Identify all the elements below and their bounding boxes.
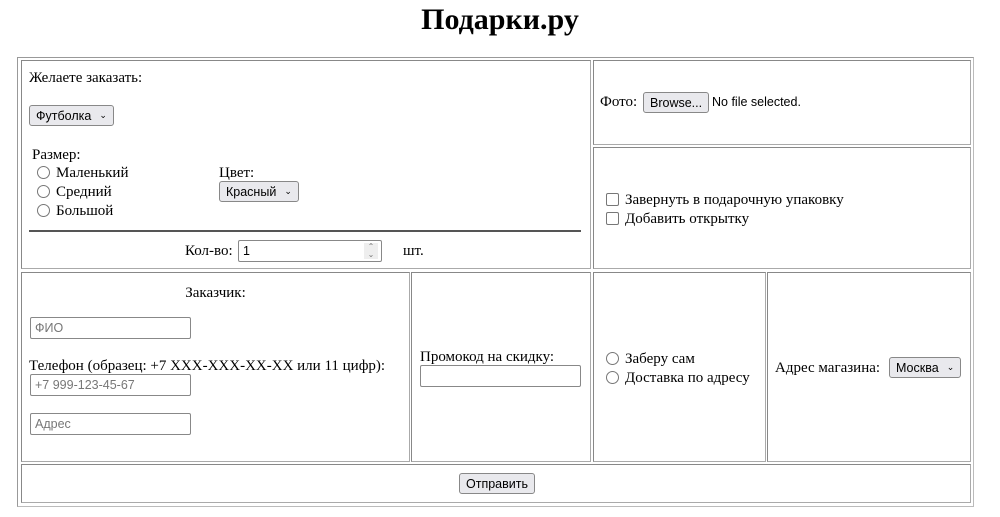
promo-cell: Промокод на скидку:	[411, 272, 591, 462]
extras-cell: Завернуть в подарочную упаковку Добавить…	[593, 147, 971, 269]
browse-button[interactable]: Browse...	[643, 92, 710, 113]
promo-label: Промокод на скидку:	[420, 349, 555, 365]
order-question: Желаете заказать:	[29, 70, 143, 86]
size-option-medium[interactable]: Средний	[37, 184, 112, 201]
customer-cell: Заказчик: ФИО Телефон (образец: +7 XXX-X…	[21, 272, 410, 462]
pickup-label: Заберу сам	[625, 351, 695, 367]
store-cell: Адрес магазина: Москва ⌄	[767, 272, 971, 462]
card-label: Добавить открытку	[625, 211, 750, 227]
quantity-label: Кол-во:	[185, 243, 233, 259]
radio-icon[interactable]	[606, 371, 619, 384]
phone-label: Телефон (образец: +7 XXX-XXX-XX-XX или 1…	[29, 358, 386, 374]
delivery-label: Доставка по адресу	[625, 370, 750, 386]
chevron-down-icon: ⌄	[99, 110, 107, 120]
chevron-down-icon: ⌄	[946, 362, 955, 372]
delivery-radio[interactable]: Доставка по адресу	[606, 370, 750, 387]
store-select[interactable]: Москва ⌄	[889, 357, 962, 378]
size-medium-label: Средний	[56, 184, 112, 200]
spinner-arrows-icon[interactable]: ⌃ ⌄	[364, 243, 378, 259]
name-input[interactable]: ФИО	[30, 317, 191, 339]
phone-input[interactable]: +7 999-123-45-67	[30, 374, 191, 396]
quantity-unit: шт.	[403, 243, 424, 259]
photo-label: Фото:	[600, 94, 638, 110]
radio-icon[interactable]	[37, 204, 50, 217]
product-select-value: Футболка	[36, 108, 92, 123]
address-input[interactable]: Адрес	[30, 413, 191, 435]
size-label: Размер:	[32, 147, 81, 163]
color-label: Цвет:	[219, 165, 255, 181]
checkbox-icon[interactable]	[606, 193, 619, 206]
checkbox-icon[interactable]	[606, 212, 619, 225]
color-select[interactable]: Красный ⌄	[219, 181, 299, 202]
customer-heading: Заказчик:	[185, 285, 246, 301]
size-option-large[interactable]: Большой	[37, 203, 113, 220]
delivery-cell: Заберу сам Доставка по адресу	[593, 272, 766, 462]
divider	[29, 230, 581, 232]
size-large-label: Большой	[56, 203, 114, 219]
color-select-value: Красный	[226, 184, 277, 199]
radio-icon[interactable]	[37, 185, 50, 198]
file-status: No file selected.	[712, 95, 801, 109]
size-option-small[interactable]: Маленький	[37, 165, 128, 182]
radio-icon[interactable]	[37, 166, 50, 179]
gift-wrap-checkbox[interactable]: Завернуть в подарочную упаковку	[606, 192, 844, 209]
submit-cell: Отправить	[21, 464, 971, 503]
chevron-down-icon: ⌄	[284, 186, 292, 196]
quantity-value: 1	[243, 244, 250, 258]
submit-button[interactable]: Отправить	[459, 473, 535, 494]
pickup-radio[interactable]: Заберу сам	[606, 351, 695, 368]
promo-input[interactable]	[420, 365, 581, 387]
page-title: Подарки.ру	[421, 3, 579, 36]
radio-icon[interactable]	[606, 352, 619, 365]
card-checkbox[interactable]: Добавить открытку	[606, 211, 749, 228]
product-select[interactable]: Футболка ⌄	[29, 105, 114, 126]
photo-cell: Фото: Browse... No file selected.	[593, 60, 971, 145]
order-cell: Желаете заказать: Футболка ⌄ Размер: Мале…	[21, 60, 591, 269]
store-select-value: Москва	[896, 360, 939, 375]
quantity-stepper[interactable]: 1 ⌃ ⌄	[238, 240, 382, 262]
store-label: Адрес магазина:	[775, 360, 881, 376]
size-small-label: Маленький	[56, 165, 129, 181]
gift-wrap-label: Завернуть в подарочную упаковку	[625, 192, 844, 208]
